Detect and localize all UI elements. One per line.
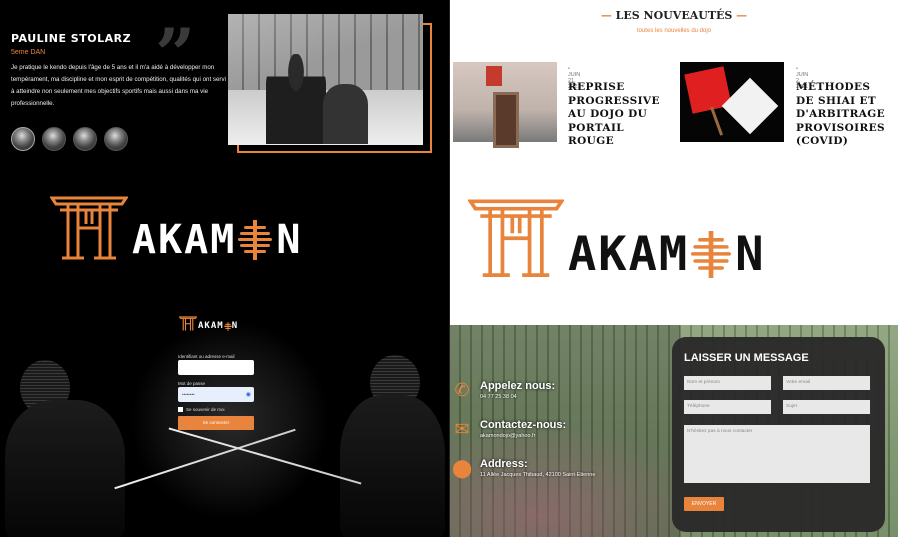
news-thumbnail[interactable] — [680, 62, 784, 142]
logo-text-end: N — [735, 227, 766, 282]
mail-icon: ✉ — [454, 419, 470, 439]
logo-dark-section: AKAM N — [0, 180, 450, 280]
news-headline[interactable]: REPRISE PROGRESSIVE AU DOJO DU PORTAIL R… — [568, 81, 668, 149]
news-subtitle: toutes les nouvelles du dojo — [636, 28, 712, 34]
akamon-logo: AKAM N — [468, 196, 765, 278]
password-input[interactable]: •••••••• ◉ — [178, 387, 254, 402]
logo-disc-icon — [691, 231, 732, 278]
testimonial-photo — [228, 14, 423, 145]
news-title-text: LES NOUVEAUTÉS — [615, 9, 733, 22]
message-form: LAISSER UN MESSAGE Nom et prénom Votre e… — [672, 337, 885, 532]
torii-icon — [50, 196, 128, 260]
testimonial-quote: Je pratique le kendo depuis l'âge de 5 a… — [11, 64, 226, 107]
avatar[interactable] — [11, 127, 35, 151]
password-label: Mot de passe — [178, 381, 206, 386]
contact-value: 11 Allée Jacques Thibaud, 42100 Saint-Et… — [480, 472, 596, 478]
send-button[interactable]: ENVOYER — [684, 497, 724, 511]
torii-icon — [179, 316, 197, 331]
login-logo: AKAM N — [179, 316, 238, 331]
white-flag — [721, 77, 779, 135]
contact-title: Appelez nous: — [480, 380, 556, 392]
news-thumbnail[interactable] — [453, 62, 557, 148]
logo-disc-icon — [223, 322, 232, 331]
testimonial-section: PAULINE STOLARZ 5eme DAN ” Je pratique l… — [0, 0, 450, 180]
logo-disc-icon — [238, 220, 273, 260]
contact-value[interactable]: 04 77 25 38 04 — [480, 394, 555, 400]
logo-text: AKAM — [132, 217, 237, 263]
remember-checkbox[interactable] — [178, 407, 183, 412]
flag-stick — [709, 106, 724, 136]
kendoka-body — [340, 395, 445, 537]
phone-icon: ✆ — [454, 380, 470, 400]
kendoka-body — [5, 400, 125, 537]
id-label: Identifiant ou adresse e-mail — [178, 354, 235, 359]
logo-light-section: AKAM N — [450, 180, 898, 325]
contact-email: ✉ Contactez-nous: akamondojo@yahoo.fr — [452, 419, 566, 439]
contact-title: Contactez-nous: — [480, 419, 567, 431]
contact-address: ⬤ Address: 11 Allée Jacques Thibaud, 421… — [452, 458, 595, 478]
contact-phone: ✆ Appelez nous: 04 77 25 38 04 — [452, 380, 555, 400]
kendoka-left — [5, 360, 135, 537]
title-dash: — — [600, 9, 616, 22]
news-headline[interactable]: MÉTHODES DE SHIAI ET D'ARBITRAGE PROVISO… — [796, 81, 892, 149]
akamon-logo: AKAM N — [50, 194, 302, 260]
message-field[interactable]: N'hésitez pas à nous contacter — [684, 425, 870, 483]
avatar[interactable] — [104, 127, 128, 151]
photo-figure — [323, 84, 368, 144]
quadrant-divider — [449, 0, 450, 537]
phone-field[interactable]: Téléphone — [684, 400, 771, 414]
contact-value[interactable]: akamondojo@yahoo.fr — [480, 433, 566, 439]
login-button[interactable]: Se connecter — [178, 416, 254, 430]
torii-icon — [468, 199, 564, 277]
news-section: — LES NOUVEAUTÉS — toutes les nouvelles … — [450, 0, 898, 180]
avatar-selector — [11, 127, 128, 151]
title-dash: — — [732, 9, 748, 22]
subject-field[interactable]: Sujet — [783, 400, 870, 414]
kendoka-right — [330, 355, 445, 537]
avatar[interactable] — [73, 127, 97, 151]
photo-figure — [266, 54, 326, 144]
location-icon: ⬤ — [452, 458, 473, 478]
contact-title: Address: — [480, 458, 528, 470]
form-title: LAISSER UN MESSAGE — [684, 352, 809, 364]
eye-icon[interactable]: ◉ — [246, 391, 251, 398]
testimonial-name: PAULINE STOLARZ — [11, 32, 132, 45]
news-title: — LES NOUVEAUTÉS — — [450, 9, 898, 22]
name-field[interactable]: Nom et prénom — [684, 376, 771, 390]
collage: PAULINE STOLARZ 5eme DAN ” Je pratique l… — [0, 0, 898, 537]
logo-text: AKAM — [568, 227, 690, 282]
login-section: AKAM N Identifiant ou adresse e-mail Mot… — [0, 280, 450, 537]
password-value: •••••••• — [182, 392, 195, 397]
contact-section: ✆ Appelez nous: 04 77 25 38 04 ✉ Contact… — [450, 325, 898, 537]
avatar[interactable] — [42, 127, 66, 151]
login-logo-text-end: N — [231, 321, 239, 331]
logo-text-end: N — [276, 217, 303, 263]
email-field[interactable]: Votre email — [783, 376, 870, 390]
testimonial-rank: 5eme DAN — [11, 49, 46, 56]
id-input[interactable] — [178, 360, 254, 375]
remember-me[interactable]: Se souvenir de moi — [178, 407, 225, 412]
login-logo-text: AKAM — [198, 321, 224, 331]
remember-label: Se souvenir de moi — [186, 407, 225, 412]
